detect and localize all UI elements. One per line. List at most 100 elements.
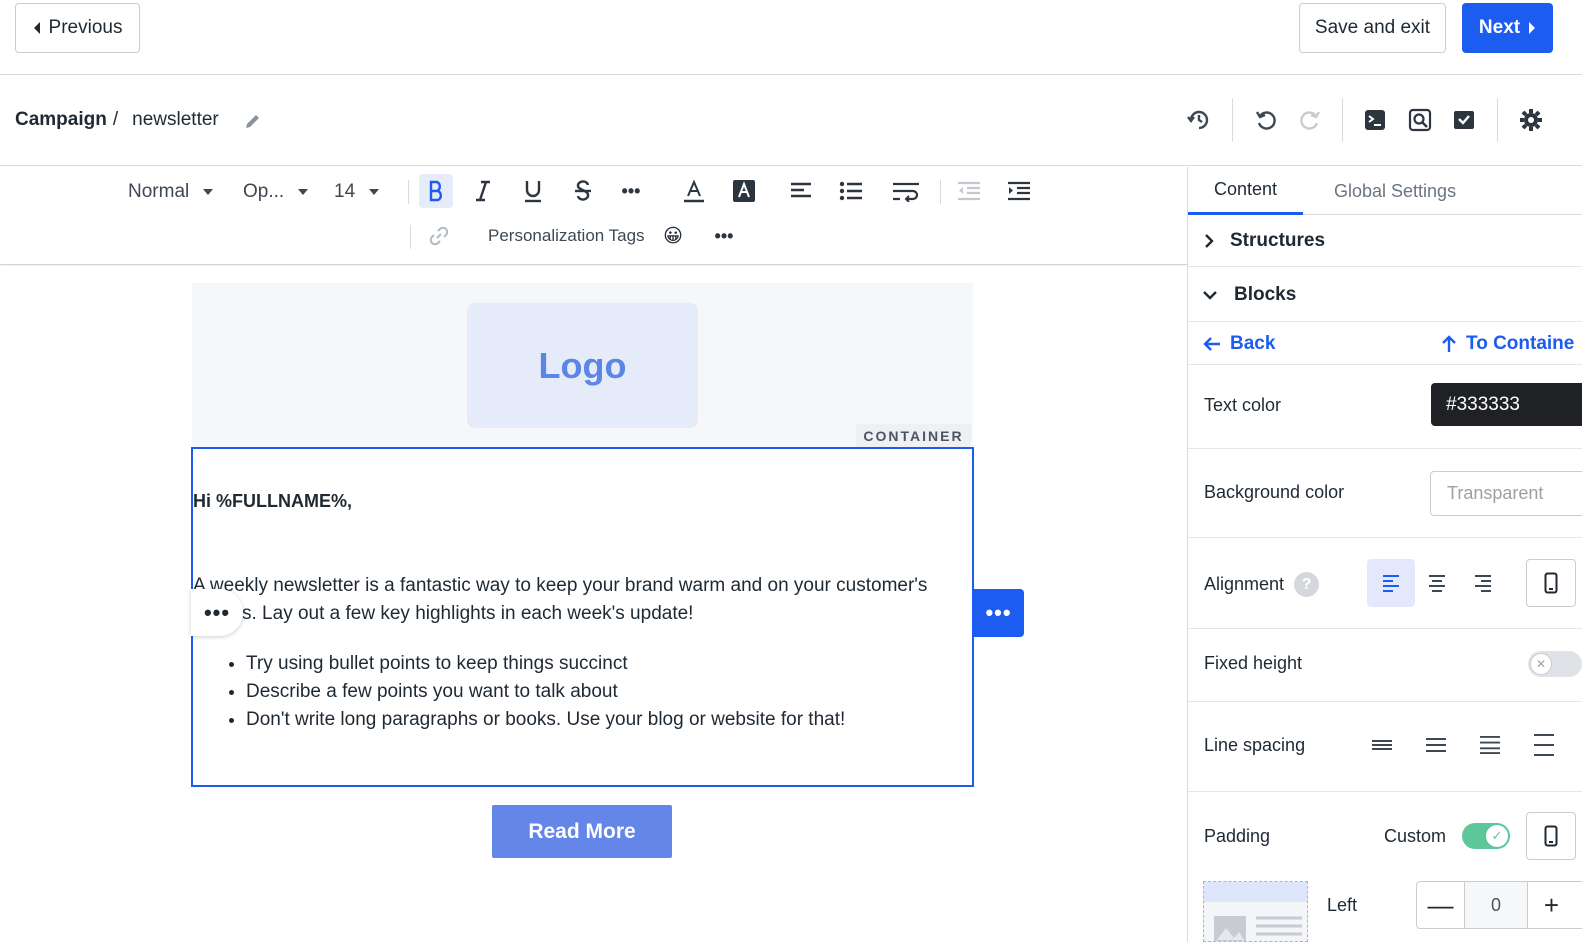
highlight-color-button[interactable] xyxy=(727,174,761,208)
intro-paragraph[interactable]: A weekly newsletter is a fantastic way t… xyxy=(193,572,963,628)
block-actions-button[interactable]: ••• xyxy=(191,589,243,636)
edit-name-button[interactable] xyxy=(238,106,268,136)
text-color-button[interactable] xyxy=(677,174,711,208)
size-select[interactable]: 14 xyxy=(334,181,380,203)
more-options-button[interactable]: ••• xyxy=(707,219,741,253)
padding-custom-toggle[interactable]: ✓ xyxy=(1462,823,1510,849)
indent-button[interactable] xyxy=(1002,174,1036,208)
structures-section[interactable]: Structures xyxy=(1188,216,1582,267)
fixed-height-toggle[interactable]: ✕ xyxy=(1528,651,1582,677)
previous-button[interactable]: Previous xyxy=(15,3,140,53)
arrow-left-icon xyxy=(1203,337,1220,351)
format-select[interactable]: Normal xyxy=(128,181,214,203)
padding-left-value[interactable]: 0 xyxy=(1464,882,1528,928)
align-center-icon xyxy=(1429,575,1445,592)
save-and-exit-label: Save and exit xyxy=(1314,17,1431,38)
read-more-button[interactable]: Read More xyxy=(492,805,672,858)
bold-button[interactable] xyxy=(419,174,453,208)
container-tag[interactable]: CONTAINER xyxy=(856,424,971,447)
text-color-value: #333333 xyxy=(1446,393,1520,415)
logo-placeholder[interactable]: Logo xyxy=(467,303,698,428)
padding-preview-highlight xyxy=(1204,882,1307,902)
test-send-button[interactable] xyxy=(1449,105,1479,135)
decrement-button[interactable]: — xyxy=(1417,882,1464,928)
background-color-input[interactable]: Transparent xyxy=(1430,471,1582,516)
size-select-value: 14 xyxy=(334,181,356,202)
link-button[interactable] xyxy=(422,219,456,253)
image-placeholder-icon xyxy=(1214,916,1302,941)
font-color-icon xyxy=(684,179,704,203)
divider xyxy=(408,180,409,204)
list-item: Don't write long paragraphs or books. Us… xyxy=(246,706,845,734)
next-button[interactable]: Next xyxy=(1462,3,1553,53)
italic-button[interactable] xyxy=(466,174,500,208)
chevron-down-icon xyxy=(1203,290,1217,300)
fixed-height-label: Fixed height xyxy=(1204,653,1303,673)
padding-label: Padding xyxy=(1204,826,1271,846)
redo-button[interactable] xyxy=(1295,105,1325,135)
preview-button[interactable] xyxy=(1405,105,1435,135)
divider xyxy=(1232,98,1233,142)
undo-button[interactable] xyxy=(1251,105,1281,135)
text-wrap-button[interactable] xyxy=(889,174,923,208)
mobile-alignment-toggle[interactable] xyxy=(1526,559,1576,607)
chevron-down-icon xyxy=(369,189,380,195)
mobile-icon xyxy=(1544,572,1558,594)
check-icon: ✓ xyxy=(1486,825,1508,847)
align-right-icon xyxy=(1475,575,1491,592)
emoji-button[interactable]: 😀 xyxy=(656,219,690,253)
breadcrumb-root[interactable]: Campaign xyxy=(15,109,107,131)
align-center-button[interactable] xyxy=(1413,559,1461,607)
text-color-input[interactable]: #333333 xyxy=(1431,383,1582,426)
tab-global-settings[interactable]: Global Settings xyxy=(1334,167,1456,215)
chevron-right-icon xyxy=(1205,234,1214,248)
mobile-padding-toggle[interactable] xyxy=(1526,812,1576,860)
align-left-button[interactable] xyxy=(784,174,818,208)
personalization-tags-button[interactable]: Personalization Tags xyxy=(488,226,645,246)
bullet-list-button[interactable] xyxy=(834,174,868,208)
help-icon[interactable]: ? xyxy=(1294,572,1320,597)
code-view-button[interactable] xyxy=(1360,105,1390,135)
line-spacing-relaxed-icon xyxy=(1480,735,1500,755)
back-link[interactable]: Back xyxy=(1203,333,1275,355)
more-format-button[interactable]: ••• xyxy=(614,174,648,208)
preview-search-icon xyxy=(1408,108,1432,132)
font-select-value: Op... xyxy=(243,181,285,202)
bold-icon xyxy=(429,180,442,202)
tab-content[interactable]: Content xyxy=(1188,167,1304,215)
gear-icon xyxy=(1520,109,1542,131)
padding-preview xyxy=(1203,881,1308,942)
greeting-text[interactable]: Hi %FULLNAME%, xyxy=(193,491,352,512)
line-spacing-normal-icon xyxy=(1426,738,1446,752)
line-spacing-relaxed-button[interactable] xyxy=(1475,730,1505,760)
align-right-button[interactable] xyxy=(1459,559,1507,607)
font-select[interactable]: Op... xyxy=(243,181,309,203)
line-spacing-loose-icon xyxy=(1534,734,1554,756)
line-spacing-tight-icon xyxy=(1372,740,1392,750)
text-color-label: Text color xyxy=(1204,395,1282,415)
line-spacing-tight-button[interactable] xyxy=(1367,730,1397,760)
align-left-button[interactable] xyxy=(1367,559,1415,607)
settings-button[interactable] xyxy=(1516,105,1546,135)
strikethrough-button[interactable] xyxy=(566,174,600,208)
chevron-down-icon xyxy=(203,189,214,195)
underline-button[interactable] xyxy=(516,174,550,208)
container-actions-button[interactable]: ••• xyxy=(973,589,1024,637)
background-color-label: Background color xyxy=(1204,482,1345,502)
increment-button[interactable]: + xyxy=(1528,882,1575,928)
line-spacing-loose-button[interactable] xyxy=(1529,730,1559,760)
mobile-icon xyxy=(1544,825,1558,847)
line-spacing-normal-button[interactable] xyxy=(1421,730,1451,760)
history-button[interactable] xyxy=(1184,105,1214,135)
terminal-icon xyxy=(1365,110,1385,130)
blocks-section[interactable]: Blocks xyxy=(1188,268,1582,322)
chevron-down-icon xyxy=(298,189,309,195)
save-and-exit-button[interactable]: Save and exit xyxy=(1299,3,1446,53)
close-icon: ✕ xyxy=(1530,653,1552,675)
to-container-link[interactable]: To Containe xyxy=(1441,333,1574,355)
align-left-icon xyxy=(1383,575,1399,592)
indent-icon xyxy=(1008,181,1030,201)
bullet-list[interactable]: Try using bullet points to keep things s… xyxy=(228,650,845,734)
campaign-name: newsletter xyxy=(132,109,219,130)
outdent-button[interactable] xyxy=(952,174,986,208)
